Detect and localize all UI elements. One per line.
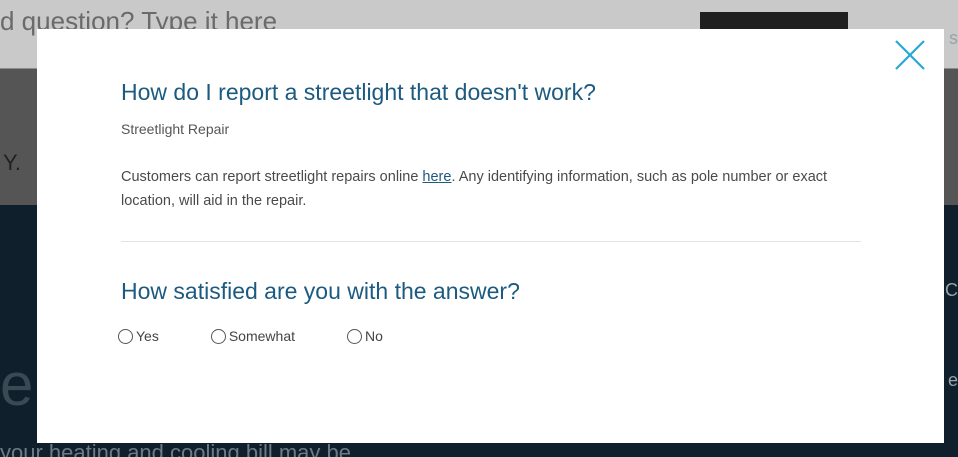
background-hero-letter: e [0,351,34,418]
radio-icon[interactable] [347,328,362,344]
page: d question? Type it here s Y. e C e your… [0,0,958,457]
answer-text-start: Customers can report streetlight repairs… [121,169,423,185]
close-icon [895,40,925,70]
answer-text: Customers can report streetlight repairs… [121,165,861,213]
background-right-fragment-top: s [949,28,958,48]
background-right-fragment-mid: C [945,280,958,300]
background-right-fragment-low: e [947,370,958,390]
option-no-label: No [365,328,383,344]
report-link[interactable]: here [422,169,451,185]
faq-modal: How do I report a streetlight that doesn… [37,29,944,443]
close-button[interactable] [893,38,927,72]
answer-category: Streetlight Repair [121,121,230,137]
option-yes[interactable]: Yes [118,328,159,344]
option-no[interactable]: No [347,328,383,344]
divider [121,241,861,242]
satisfaction-title: How satisfied are you with the answer? [121,278,520,304]
satisfaction-options: Yes Somewhat No [118,328,861,344]
modal-content: How do I report a streetlight that doesn… [118,77,861,344]
question-title: How do I report a streetlight that doesn… [121,79,596,105]
option-somewhat[interactable]: Somewhat [210,328,295,344]
option-yes-label: Yes [136,328,159,344]
radio-icon[interactable] [118,328,133,344]
radio-icon[interactable] [210,328,226,344]
background-fragment-letter: Y. [3,150,21,175]
option-somewhat-label: Somewhat [228,328,295,344]
